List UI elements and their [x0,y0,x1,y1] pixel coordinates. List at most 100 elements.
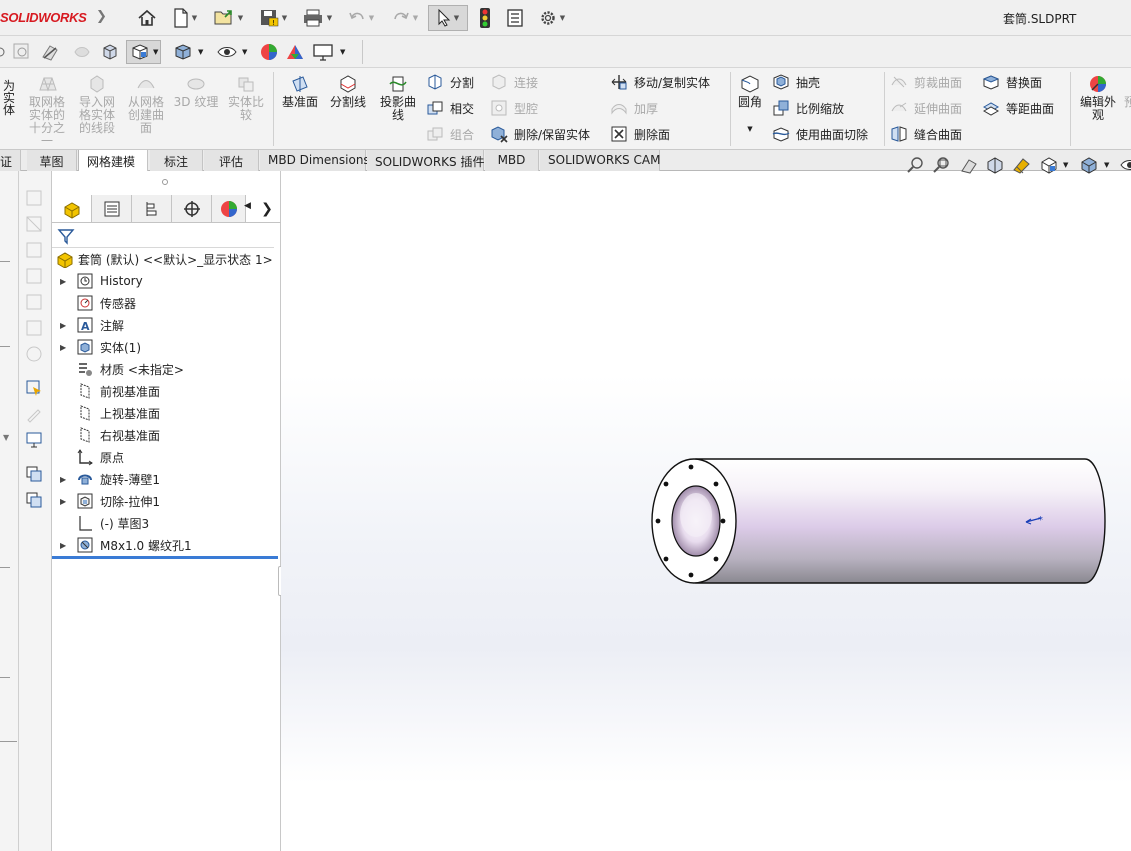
sketch-tool-icon[interactable] [25,215,43,233]
sketch-tool-icon[interactable] [25,267,43,285]
split-line-button[interactable]: 分割线 [326,74,370,109]
expand-arrow-icon[interactable]: ▶ [60,475,70,484]
feature-manager-tab[interactable] [52,195,92,222]
expand-arrow-icon[interactable]: ▶ [60,277,70,286]
tab-solidworks-cam[interactable]: SOLIDWORKS CAM [540,150,660,171]
section-view-icon[interactable] [985,155,1005,175]
split-button[interactable]: 分割 [426,73,474,91]
zoom-sheet-icon[interactable] [12,40,32,64]
tree-item[interactable]: 材质 <未指定> [52,358,184,380]
tab-mesh-modeling[interactable]: 网格建模 [78,150,148,171]
sketch-tool-icon[interactable] [25,319,43,337]
cavity-button[interactable]: 型腔 [490,99,538,117]
tree-item[interactable]: ▶ 切除-拉伸1 [52,490,160,512]
knit-surface-button[interactable]: 缝合曲面 [890,125,962,143]
tab-partial[interactable]: 证 [0,150,22,171]
display-style-icon[interactable]: ▼ [126,40,162,64]
copy-entities-icon[interactable] [25,491,43,509]
delete-keep-body-button[interactable]: 删除/保留实体 [490,125,590,143]
property-manager-tab[interactable] [92,195,132,222]
print-icon[interactable]: ▼ [298,5,336,31]
surface-from-mesh-button[interactable]: 从网格 创建曲 面 [124,74,168,135]
tab-markup[interactable]: 标注 [150,150,203,171]
sketch-tool-icon[interactable] [25,345,43,363]
move-copy-body-button[interactable]: 移动/复制实体 [610,73,710,91]
tree-item[interactable]: 右视基准面 [52,424,160,446]
tree-item[interactable]: 前视基准面 [52,380,160,402]
projected-curve-button[interactable]: 投影曲 线 [376,74,420,122]
tree-item[interactable]: ▶ 旋转-薄壁1 [52,468,160,490]
select-tool-icon[interactable] [25,379,43,397]
scroll-tabs-left-icon[interactable]: ◀ [244,201,251,211]
menu-expand-arrow-icon[interactable]: ❯ [96,9,107,24]
combine-button[interactable]: 组合 [426,125,474,143]
expand-arrow-icon[interactable]: ▶ [60,497,70,506]
file-properties-icon[interactable] [504,5,526,31]
mesh-decimate-button[interactable]: 取网格 实体的 十分之 一 [24,74,70,148]
open-icon[interactable]: ▼ [208,5,248,31]
fillet-dropdown-arrow-icon[interactable]: ▼ [747,123,752,136]
rollback-bar[interactable] [52,556,278,559]
save-icon[interactable]: ! ▼ [254,5,292,31]
reference-plane-button[interactable]: 基准面 [278,74,322,109]
sketch-tool-icon[interactable] [25,241,43,259]
tab-solidworks-addins[interactable]: SOLIDWORKS 插件 [367,150,484,171]
import-mesh-segments-button[interactable]: 导入网 格实体 的线段 [74,74,120,135]
thicken-button[interactable]: 加厚 [610,99,658,117]
expand-arrow-icon[interactable]: ▶ [60,321,70,330]
tab-mbd[interactable]: MBD [485,150,539,171]
view-orientation-icon[interactable]: ▼ [1039,155,1068,175]
tree-item[interactable]: (-) 草图3 [52,512,149,534]
tree-root-part[interactable]: 套筒 (默认) <<默认>_显示状态 1> [52,248,273,270]
hide-show-items-icon[interactable]: ▼ [172,40,203,64]
extend-surface-button[interactable]: 延伸曲面 [890,99,962,117]
tree-item[interactable]: ▶ History [52,270,143,292]
edit-tool-icon[interactable] [25,405,43,423]
expand-arrow-icon[interactable]: ▶ [60,541,70,550]
zoom-area-icon[interactable] [931,155,951,175]
3d-texture-button[interactable]: 3D 纹理 [172,74,220,109]
surface-cut-button[interactable]: 使用曲面切除 [772,125,868,143]
rebuild-traffic-light-icon[interactable] [476,5,494,31]
select-pointer-icon[interactable]: ▼ [428,5,468,31]
filter-icon[interactable] [57,227,75,245]
preview-partial-button[interactable]: 预 [1124,94,1131,109]
display-style-icon[interactable]: ▼ [1079,155,1109,175]
tube-part-model[interactable]: * [641,451,1111,591]
trim-surface-button[interactable]: 剪裁曲面 [890,73,962,91]
solidworks-logo[interactable]: SOLIDWORKS [0,10,87,25]
sketch-tool-icon[interactable] [25,293,43,311]
tab-evaluate[interactable]: 评估 [204,150,259,171]
options-gear-icon[interactable]: ▼ [534,5,570,31]
dimxpert-manager-tab[interactable] [172,195,212,222]
join-button[interactable]: 连接 [490,73,538,91]
redo-icon[interactable]: ▼ [386,5,424,31]
shell-button[interactable]: 抽壳 [772,73,820,91]
convert-to-solid-partial-button[interactable]: 为 实 体 [0,78,20,116]
delete-face-button[interactable]: 删除面 [610,125,670,143]
zoom-to-fit-icon[interactable] [905,155,925,175]
tree-item[interactable]: ▶ A 注解 [52,314,124,336]
tab-sketch[interactable]: 草图 [27,150,77,171]
appearance-ball-icon[interactable] [258,40,280,64]
tree-item[interactable]: 传感器 [52,292,136,314]
previous-view-icon[interactable] [959,155,979,175]
graphics-area[interactable]: ▼ ▼ * [281,157,1131,851]
eye-visibility-icon[interactable]: ▼ [216,40,247,64]
intersect-button[interactable]: 相交 [426,99,474,117]
dynamic-annotation-icon[interactable] [1011,155,1033,175]
copy-entities-icon[interactable] [25,465,43,483]
view-tool-icon[interactable] [0,40,8,64]
tree-item[interactable]: 上视基准面 [52,402,160,424]
body-compare-button[interactable]: 实体比 较 [224,74,268,122]
section-tool-icon[interactable] [40,40,60,64]
panel-grip-handle[interactable] [162,179,168,185]
configuration-manager-tab[interactable] [132,195,172,222]
view-settings-monitor-icon[interactable]: ▼ [312,40,345,64]
undo-icon[interactable]: ▼ [342,5,380,31]
expand-arrow-icon[interactable]: ▶ [60,343,70,352]
new-document-icon[interactable]: ▼ [168,5,202,31]
smart-dimension-icon[interactable] [25,189,43,207]
strip-arrow-icon[interactable]: ▼ [3,433,9,442]
fillet-button[interactable]: 圆角 ▼ [735,74,765,136]
